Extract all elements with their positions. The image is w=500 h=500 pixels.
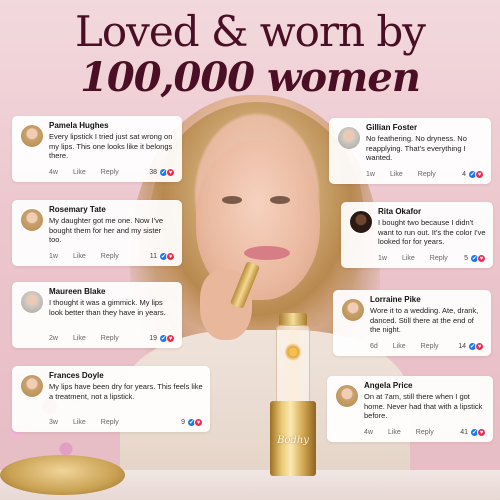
review-card: Maureen Blake I thought it was a gimmick…: [12, 282, 182, 348]
reaction-count: 14: [458, 342, 466, 350]
reaction-count: 19: [149, 334, 157, 342]
review-card: Gillian Foster No feathering. No dryness…: [329, 118, 491, 184]
like-link[interactable]: Like: [73, 419, 86, 426]
review-card: Rosemary Tate My daughter got me one. No…: [12, 200, 182, 266]
reply-link[interactable]: Reply: [418, 171, 436, 178]
reply-link[interactable]: Reply: [430, 255, 448, 262]
avatar: [20, 208, 44, 232]
review-text: I thought it was a gimmick. My lips look…: [49, 298, 166, 317]
avatar: [349, 210, 373, 234]
review-meta: 1w Like Reply 11 ✔ ♥: [49, 251, 175, 261]
reply-link[interactable]: Reply: [416, 429, 434, 436]
review-card: Rita Okafor I bought two because I didn'…: [341, 202, 493, 268]
flower-inclusion: [285, 343, 301, 361]
heart-icon: ♥: [475, 341, 484, 351]
reply-link[interactable]: Reply: [101, 335, 119, 342]
review-meta: 4w Like Reply 41 ✔ ♥: [364, 427, 486, 437]
reactions: ✔ ♥: [468, 341, 484, 351]
avatar: [20, 290, 44, 314]
reply-link[interactable]: Reply: [101, 419, 119, 426]
reaction-count: 41: [460, 428, 468, 436]
like-link[interactable]: Like: [388, 429, 401, 436]
reactions: ✔ ♥: [187, 417, 203, 427]
review-time: 3w: [49, 418, 58, 426]
gold-tray: [0, 455, 125, 495]
reply-link[interactable]: Reply: [421, 343, 439, 350]
review-time: 1w: [378, 254, 387, 262]
review-card: Lorraine Pike Wore it to a wedding. Ate,…: [333, 290, 491, 356]
reactions: ✔ ♥: [159, 167, 175, 177]
reaction-count: 9: [181, 418, 185, 426]
review-time: 1w: [366, 170, 375, 178]
avatar: [335, 384, 359, 408]
avatar: [337, 126, 361, 150]
reply-link[interactable]: Reply: [101, 169, 119, 176]
like-link[interactable]: Like: [73, 335, 86, 342]
like-link[interactable]: Like: [73, 169, 86, 176]
avatar: [341, 298, 365, 322]
model-right-eye: [270, 196, 290, 204]
avatar: [20, 124, 44, 148]
reaction-count: 4: [462, 170, 466, 178]
heart-icon: ♥: [194, 417, 203, 427]
review-card: Frances Doyle My lips have been dry for …: [12, 366, 210, 432]
product-bottle: Bodhy: [270, 313, 316, 476]
like-link[interactable]: Like: [73, 253, 86, 260]
reviewer-name: Lorraine Pike: [370, 295, 421, 304]
review-card: Angela Price On at 7am, still there when…: [327, 376, 493, 442]
like-link[interactable]: Like: [390, 171, 403, 178]
bottle-tube: [276, 325, 310, 405]
review-time: 1w: [49, 252, 58, 260]
review-time: 4w: [364, 428, 373, 436]
headline-line-2: 100,000 women: [80, 54, 421, 101]
reaction-count: 38: [149, 168, 157, 176]
reviewer-name: Angela Price: [364, 381, 413, 390]
reviewer-name: Rita Okafor: [378, 207, 422, 216]
heart-icon: ♥: [166, 167, 175, 177]
heart-icon: ♥: [477, 427, 486, 437]
reaction-count: 11: [149, 252, 157, 260]
review-text: I bought two because I didn't want to ru…: [378, 218, 486, 246]
review-card: Pamela Hughes Every lipstick I tried jus…: [12, 116, 182, 182]
reaction-count: 5: [464, 254, 468, 262]
review-time: 4w: [49, 168, 58, 176]
like-link[interactable]: Like: [393, 343, 406, 350]
heart-icon: ♥: [477, 253, 486, 263]
review-meta: 3w Like Reply 9 ✔ ♥: [49, 417, 203, 427]
reviewer-name: Rosemary Tate: [49, 205, 106, 214]
review-text: Wore it to a wedding. Ate, drank, danced…: [370, 306, 479, 334]
reviewer-name: Gillian Foster: [366, 123, 418, 132]
reviewer-name: Maureen Blake: [49, 287, 106, 296]
review-text: My lips have been dry for years. This fe…: [49, 382, 203, 401]
heart-icon: ♥: [166, 333, 175, 343]
review-text: My daughter got me one. Now I've bought …: [49, 216, 163, 244]
review-meta: 2w Like Reply 19 ✔ ♥: [49, 333, 175, 343]
headline: Loved & worn by 100,000 women: [0, 8, 500, 100]
like-link[interactable]: Like: [402, 255, 415, 262]
review-text: Every lipstick I tried just sat wrong on…: [49, 132, 173, 160]
reactions: ✔ ♥: [159, 333, 175, 343]
reactions: ✔ ♥: [470, 253, 486, 263]
model-left-eye: [222, 196, 242, 204]
reply-link[interactable]: Reply: [101, 253, 119, 260]
headline-line-1: Loved & worn by: [74, 7, 426, 56]
review-time: 6d: [370, 342, 378, 350]
review-meta: 1w Like Reply 5 ✔ ♥: [378, 253, 486, 263]
avatar: [20, 374, 44, 398]
review-meta: 6d Like Reply 14 ✔ ♥: [370, 341, 484, 351]
review-meta: 4w Like Reply 38 ✔ ♥: [49, 167, 175, 177]
review-meta: 1w Like Reply 4 ✔ ♥: [366, 169, 484, 179]
brand-label: Bodhy: [277, 435, 309, 446]
reactions: ✔ ♥: [159, 251, 175, 261]
review-text: On at 7am, still there when I got home. …: [364, 392, 483, 420]
heart-icon: ♥: [475, 169, 484, 179]
reactions: ✔ ♥: [470, 427, 486, 437]
heart-icon: ♥: [166, 251, 175, 261]
reviewer-name: Pamela Hughes: [49, 121, 109, 130]
review-time: 2w: [49, 334, 58, 342]
reactions: ✔ ♥: [468, 169, 484, 179]
review-text: No feathering. No dryness. No reapplying…: [366, 134, 467, 162]
reviewer-name: Frances Doyle: [49, 371, 104, 380]
model-lips: [244, 246, 290, 260]
